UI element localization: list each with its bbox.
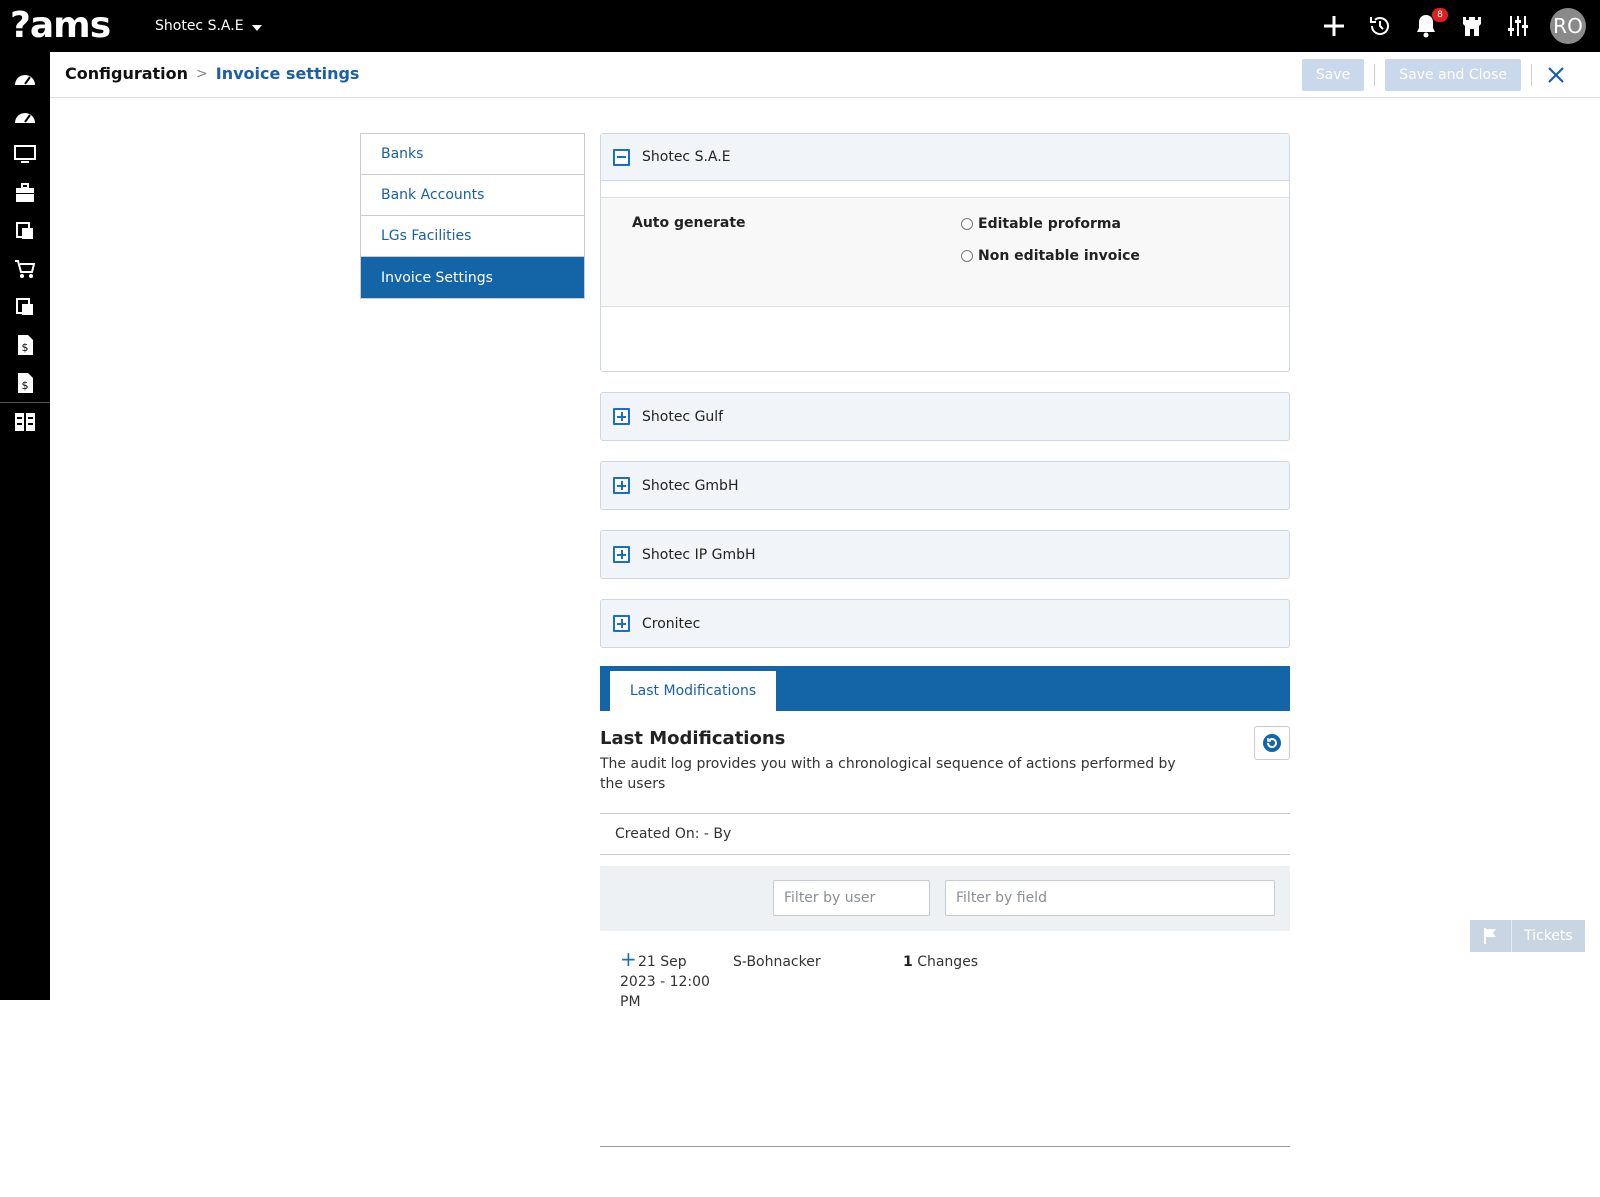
panel-shotec-gulf: Shotec Gulf [600, 392, 1290, 441]
log-entry: + 21 Sep 2023 - 12:00 PM S-Bohnacker 1 C… [600, 949, 1290, 1020]
chevron-right-icon: > [196, 65, 208, 82]
collapse-icon[interactable] [613, 148, 630, 166]
dashboard-icon-2[interactable] [0, 98, 50, 136]
changes-count: 1 [903, 954, 913, 970]
changes-label: Changes [917, 954, 979, 970]
breadcrumb-current: Invoice settings [215, 64, 360, 83]
tab-last-modifications[interactable]: Last Modifications [610, 671, 776, 711]
created-on-row: Created On: - By [600, 813, 1290, 855]
tickets-label: Tickets [1512, 920, 1585, 952]
castle-icon[interactable] [1458, 12, 1486, 40]
radio-label: Non editable invoice [978, 248, 1140, 264]
filter-by-field-input[interactable] [945, 880, 1275, 916]
add-icon[interactable] [1320, 12, 1348, 40]
briefcase-icon[interactable] [0, 174, 50, 212]
radio-label: Editable proforma [978, 216, 1121, 232]
header-divider [1374, 64, 1376, 86]
close-icon[interactable] [1542, 61, 1570, 89]
panel-header[interactable]: Shotec IP GmbH [601, 531, 1289, 578]
top-icons: 8 RO [1320, 0, 1586, 52]
expand-icon[interactable] [613, 477, 630, 494]
panel-header[interactable]: Cronitec [601, 600, 1289, 647]
caret-down-icon [251, 25, 262, 31]
invoice-icon[interactable]: $ [0, 326, 50, 364]
radio-button[interactable] [961, 250, 973, 262]
section-title: Last Modifications [600, 728, 786, 749]
save-button[interactable]: Save [1301, 59, 1365, 91]
radio-editable-proforma[interactable]: Editable proforma [961, 216, 1121, 232]
breadcrumb-root[interactable]: Configuration [65, 64, 188, 83]
modifications-tab-bar: Last Modifications [600, 666, 1290, 711]
svg-text:$: $ [22, 341, 29, 354]
menu-item-bank-accounts[interactable]: Bank Accounts [361, 175, 584, 216]
svg-text:$: $ [22, 379, 29, 392]
expand-icon[interactable] [613, 615, 630, 632]
sliders-icon[interactable] [1504, 12, 1532, 40]
panel-title: Shotec Gulf [642, 408, 724, 425]
tickets-button[interactable]: Tickets [1470, 920, 1585, 952]
invoice-icon-2[interactable]: $ [0, 364, 50, 402]
radio-button[interactable] [961, 218, 973, 230]
panel-title: Shotec IP GmbH [642, 546, 756, 563]
breadcrumb: Configuration > Invoice settings [65, 64, 359, 83]
company-selector[interactable]: Shotec S.A.E [155, 18, 262, 34]
panel-shotec-ip-gmbh: Shotec IP GmbH [600, 530, 1290, 579]
header-divider-2 [1531, 64, 1532, 86]
company-selector-label: Shotec S.A.E [155, 18, 244, 34]
page-header: Configuration > Invoice settings Save Sa… [50, 52, 1600, 98]
header-actions: Save Save and Close [1301, 59, 1570, 91]
notification-badge: 8 [1432, 8, 1448, 22]
menu-item-lgs-facilities[interactable]: LGs Facilities [361, 216, 584, 257]
monitor-icon[interactable] [0, 136, 50, 174]
panel-shotec-gmbh: Shotec GmbH [600, 461, 1290, 510]
log-user: S-Bohnacker [733, 954, 821, 970]
panel-title: Cronitec [642, 615, 701, 632]
auto-generate-section: Auto generate Editable proforma Non edit… [601, 197, 1289, 307]
refresh-button[interactable] [1254, 726, 1290, 760]
save-and-close-button[interactable]: Save and Close [1385, 59, 1521, 91]
panel-header[interactable]: Shotec S.A.E [601, 134, 1289, 181]
user-avatar[interactable]: RO [1550, 8, 1586, 44]
company-panels: Shotec S.A.E Auto generate Editable prof… [600, 133, 1290, 668]
menu-item-invoice-settings[interactable]: Invoice Settings [361, 257, 584, 298]
panel-title: Shotec GmbH [642, 477, 739, 494]
expand-icon[interactable] [613, 546, 630, 563]
panel-cronitec: Cronitec [600, 599, 1290, 648]
refresh-icon [1263, 734, 1281, 752]
panel-header[interactable]: Shotec GmbH [601, 462, 1289, 509]
reports-icon[interactable] [0, 403, 50, 441]
settings-menu: Banks Bank Accounts LGs Facilities Invoi… [360, 133, 585, 299]
app-logo[interactable]: ?ams [10, 6, 111, 46]
bell-icon[interactable]: 8 [1412, 8, 1448, 40]
cart-icon[interactable] [0, 250, 50, 288]
menu-item-banks[interactable]: Banks [361, 134, 584, 175]
top-bar: ?ams Shotec S.A.E 8 RO [0, 0, 1600, 52]
section-description: The audit log provides you with a chrono… [600, 756, 1176, 792]
log-changes: 1 Changes [903, 952, 978, 972]
flag-icon [1470, 920, 1512, 952]
radio-non-editable-invoice[interactable]: Non editable invoice [961, 248, 1140, 264]
documents-icon-2[interactable] [0, 288, 50, 326]
filter-bar [600, 866, 1290, 931]
bottom-divider [600, 1146, 1290, 1147]
dashboard-icon[interactable] [0, 60, 50, 98]
filter-by-user-input[interactable] [773, 880, 930, 916]
history-icon[interactable] [1366, 12, 1394, 40]
documents-icon[interactable] [0, 212, 50, 250]
expand-icon[interactable] [613, 408, 630, 425]
panel-shotec-sae: Shotec S.A.E Auto generate Editable prof… [600, 133, 1290, 372]
panel-title: Shotec S.A.E [642, 149, 731, 165]
panel-header[interactable]: Shotec Gulf [601, 393, 1289, 440]
log-date: 21 Sep 2023 - 12:00 PM [620, 954, 710, 1010]
auto-generate-label: Auto generate [632, 215, 746, 231]
left-sidebar: $ $ [0, 52, 50, 1000]
panel-body: Auto generate Editable proforma Non edit… [601, 181, 1289, 371]
